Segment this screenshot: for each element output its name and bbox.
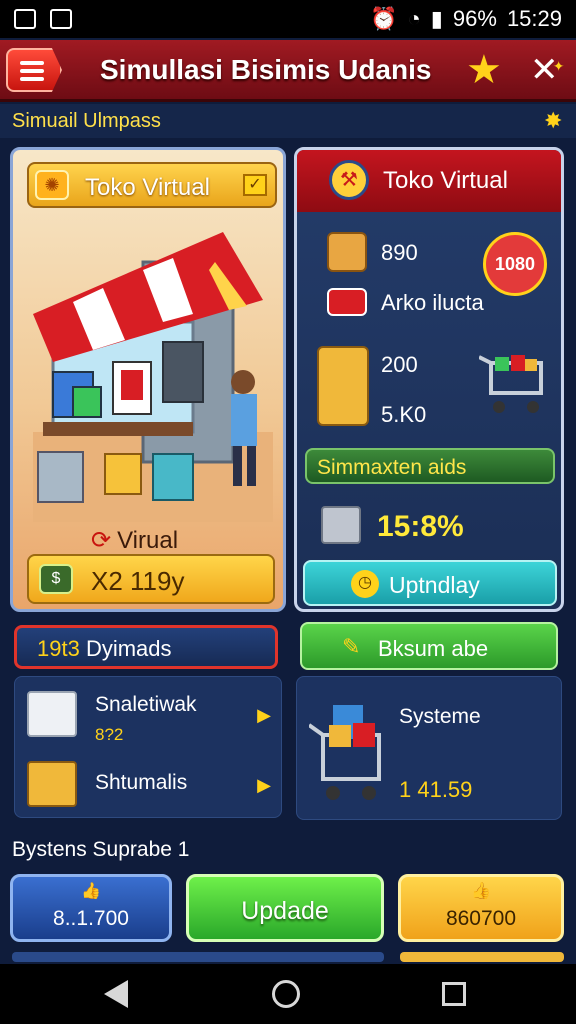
thumbs-up-icon: 👍 (471, 883, 491, 900)
bksum-button[interactable]: ✎ Bksum abe (300, 622, 558, 670)
dynamics-title: Dyimads (85, 636, 172, 661)
package-icon (321, 506, 361, 544)
wifi-icon: ◔ (407, 6, 421, 31)
cash-register-icon: $ (39, 564, 73, 594)
stats-card-header: ⚒ Toko Virtual (297, 150, 561, 212)
menu-button[interactable] (6, 48, 62, 92)
list-item[interactable]: Snaletiwak 8?2 ▶ (15, 681, 283, 749)
system-navbar (0, 964, 576, 1024)
simulation-bar: Simmaxten aids (305, 448, 555, 484)
refresh-icon: ⟳ (91, 527, 112, 554)
hammer-icon: ⚒ (329, 160, 369, 200)
simulation-bar-label: Simmaxten aids (317, 456, 467, 479)
system-title: Systeme (399, 705, 481, 728)
x2-button[interactable]: $ X2 119y (27, 554, 275, 604)
dynamics-header[interactable]: 19t3 Dyimads (14, 625, 278, 669)
item-label: Shtumalis (95, 771, 188, 794)
gear-icon: ✺ (35, 170, 69, 200)
dynamics-prefix: 19t3 (37, 636, 80, 661)
star-icon[interactable]: ✸ (544, 108, 562, 134)
price-button-blue[interactable]: 👍 8..1.700 (10, 874, 172, 942)
gallery-icon (14, 9, 36, 29)
notification-icon (50, 9, 72, 29)
sub-header: Simuail Ulmpass ✸ (0, 104, 576, 138)
shop-tag-label: Toko Virtual (85, 174, 210, 201)
item-value: 8?2 (95, 725, 124, 744)
x2-button-label: X2 119y (91, 566, 185, 596)
shopping-cart-icon (479, 355, 543, 413)
home-icon[interactable] (272, 980, 300, 1008)
virtual-label: ⟳ Virual (91, 527, 179, 554)
button-label: 8..1.700 (53, 907, 129, 930)
item-label: Snaletiwak (95, 693, 197, 716)
top-bar: Simullasi Bisimis Udanis ★ ✕ ✦ (0, 40, 576, 102)
update-button-label: Uptndlay (389, 572, 480, 598)
heart-badge: 1080 (483, 232, 547, 296)
price-button-yellow[interactable]: 👍 860700 (398, 874, 564, 942)
document-icon (327, 232, 367, 272)
bksum-label: Bksum abe (378, 636, 489, 661)
shop-tag[interactable]: ✺ Toko Virtual ✓ (27, 162, 277, 208)
update-button[interactable]: ◷ Uptndlay (303, 560, 557, 606)
row3-value: 200 (381, 352, 418, 377)
stats-card: ⚒ Toko Virtual 890 Arko ilucta 1080 200 … (294, 147, 564, 612)
stats-card-title: Toko Virtual (383, 167, 508, 194)
close-button[interactable]: ✕ ✦ (530, 50, 565, 90)
battery-text: 96% (452, 6, 497, 31)
divider (400, 952, 564, 962)
back-icon[interactable] (104, 980, 128, 1008)
box-icon (27, 691, 77, 737)
system-panel: Systeme 1 41.59 (296, 676, 562, 820)
box-stack-icon (317, 346, 369, 426)
checkbox-icon[interactable]: ✓ (243, 174, 267, 196)
button-label: 860700 (445, 907, 517, 930)
dynamics-list: Snaletiwak 8?2 ▶ Shtumalis ▶ (14, 676, 282, 818)
chevron-right-icon[interactable]: ▶ (257, 775, 271, 796)
row4-value: 5.K0 (381, 402, 427, 427)
star-icon[interactable]: ★ (466, 48, 502, 92)
row2-label: Arko ilucta (381, 290, 484, 315)
app-title: Simullasi Bisimis Udanis (100, 54, 432, 85)
button-label: Updade (241, 897, 329, 925)
list-item[interactable]: Shtumalis ▶ (15, 751, 283, 819)
signal-icon: ▮ (430, 6, 443, 31)
recent-apps-icon[interactable] (442, 982, 466, 1006)
row1-value: 890 (381, 240, 418, 265)
alarm-icon: ⏰ (370, 6, 398, 31)
divider (12, 952, 384, 962)
sub-title: Simuail Ulmpass (12, 110, 161, 132)
shop-illustration (33, 232, 273, 522)
clock-icon: ◷ (351, 570, 379, 598)
section-title: Bystens Suprabe 1 (12, 838, 190, 861)
thumbs-up-icon: 👍 (81, 883, 101, 900)
shop-card[interactable]: ✺ Toko Virtual ✓ ⟳ Virual $ X2 119y (10, 147, 286, 612)
system-value: 1 41.59 (399, 777, 473, 802)
percent-value: 15:8% (377, 510, 464, 543)
sparkle-icon: ✦ (552, 58, 565, 74)
status-bar: ⏰ ◔ ▮ 96% 15:29 (0, 0, 576, 38)
update-green-button[interactable]: Updade (186, 874, 384, 942)
pencil-icon: ✎ (342, 634, 361, 659)
shopping-cart-icon (309, 705, 381, 800)
crate-icon (27, 761, 77, 807)
chevron-right-icon[interactable]: ▶ (257, 705, 271, 726)
price-tag-icon (327, 288, 367, 316)
clock: 15:29 (506, 6, 562, 31)
